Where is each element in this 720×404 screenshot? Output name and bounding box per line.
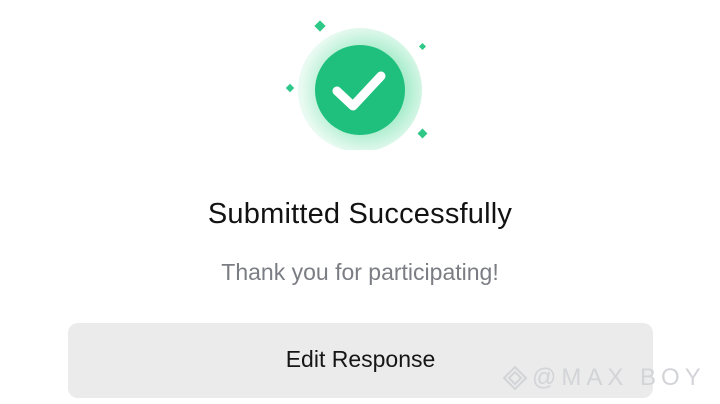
check-circle-icon [315,45,405,135]
watermark: @MAX BOY [502,364,706,392]
submission-success-screen: Submitted Successfully Thank you for par… [0,0,720,404]
success-title: Submitted Successfully [207,198,513,230]
sparkle-icon [417,128,428,139]
sparkle-icon [418,42,427,51]
diamond-logo-icon [502,365,528,391]
sparkle-icon [314,20,326,32]
watermark-text: @MAX BOY [532,364,706,391]
success-illustration [285,20,428,150]
thank-you-message: Thank you for participating! [221,259,499,285]
sparkle-icon [285,83,295,93]
edit-response-label: Edit Response [285,346,436,372]
